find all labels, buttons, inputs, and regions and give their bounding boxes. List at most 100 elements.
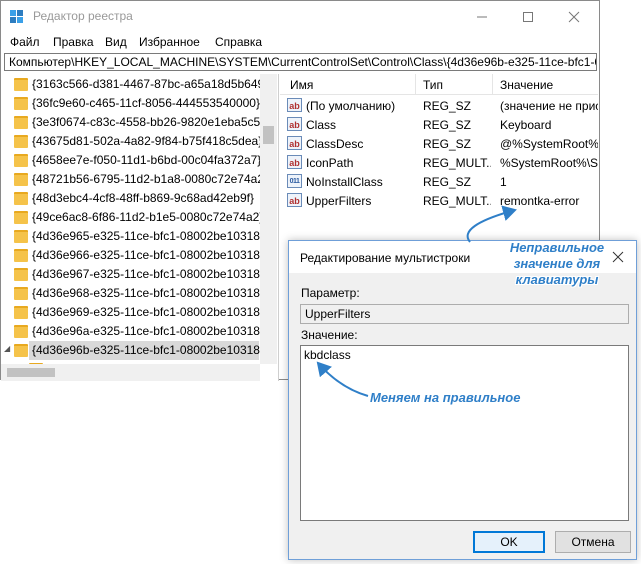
wrong-value-annotation: Неправильное значение для клавиатуры	[497, 240, 617, 288]
list-header: Имя Тип Значение	[280, 74, 598, 95]
minimize-icon	[477, 16, 487, 18]
address-bar[interactable]: Компьютер\HKEY_LOCAL_MACHINE\SYSTEM\Curr…	[4, 53, 597, 71]
tree-vertical-scrollbar[interactable]	[260, 74, 277, 364]
tree-item-label: {4d36e966-e325-11ce-bfc1-08002be10318}	[32, 248, 264, 262]
string-value-icon: ab	[287, 117, 302, 131]
tree-item[interactable]: {4d36e968-e325-11ce-bfc1-08002be10318}	[1, 284, 264, 303]
value-name-cell: IconPath	[306, 156, 354, 170]
annotation-line: Неправильное	[509, 240, 605, 255]
ok-button[interactable]: OK	[473, 531, 545, 553]
value-row[interactable]: ab ClassDesc REG_SZ @%SystemRoot%	[280, 134, 598, 153]
string-value-icon: ab	[287, 136, 302, 150]
menu-favorites[interactable]: Избранное	[139, 35, 200, 49]
value-type-cell: REG_SZ	[423, 175, 472, 189]
change-value-annotation: Меняем на правильное	[370, 390, 521, 405]
value-name-cell: NoInstallClass	[306, 175, 383, 189]
column-name-header[interactable]: Имя	[290, 78, 313, 92]
menu-edit[interactable]: Правка	[53, 35, 94, 49]
value-value-cell: 1	[500, 175, 507, 189]
value-value-cell: @%SystemRoot%	[500, 137, 598, 151]
folder-icon	[14, 97, 28, 110]
value-type-cell: REG_MULT...	[423, 156, 491, 170]
title-bar[interactable]: Редактор реестра	[1, 1, 599, 32]
annotation-line: значение для	[513, 256, 601, 271]
window-title: Редактор реестра	[33, 9, 133, 23]
value-name-cell: (По умолчанию)	[306, 99, 396, 113]
value-value-cell: (значение не присвоено)	[500, 99, 598, 113]
string-value-icon: ab	[287, 155, 302, 169]
value-row[interactable]: 011 NoInstallClass REG_SZ 1	[280, 172, 598, 191]
tree-item[interactable]: {4658ee7e-f050-11d1-b6bd-00c04fa372a7}	[1, 151, 262, 170]
tree-item-label: {4658ee7e-f050-11d1-b6bd-00c04fa372a7}	[32, 153, 262, 167]
value-row[interactable]: ab UpperFilters REG_MULT... remontka-error	[280, 191, 598, 210]
menu-help[interactable]: Справка	[215, 35, 262, 49]
maximize-button[interactable]	[505, 1, 551, 32]
string-value-icon: ab	[287, 193, 302, 207]
tree-item-label: {36fc9e60-c465-11cf-8056-444553540000}	[32, 96, 260, 110]
column-value-header[interactable]: Значение	[500, 78, 553, 92]
tree-item-label: {4d36e969-e325-11ce-bfc1-08002be10318}	[32, 305, 264, 319]
value-row[interactable]: ab Class REG_SZ Keyboard	[280, 115, 598, 134]
tree-item-label: {49ce6ac8-6f86-11d2-b1e5-0080c72e74a2}	[32, 210, 264, 224]
tree-vertical-scroll-thumb[interactable]	[263, 126, 274, 144]
value-type-cell: REG_SZ	[423, 118, 472, 132]
column-type-header[interactable]: Тип	[423, 78, 443, 92]
value-type-cell: REG_SZ	[423, 99, 472, 113]
string-value-icon: ab	[287, 98, 302, 112]
value-name-cell: UpperFilters	[306, 194, 372, 208]
tree-item[interactable]: {4d36e96a-e325-11ce-bfc1-08002be10318}	[1, 322, 264, 341]
folder-icon	[14, 116, 28, 129]
cancel-button[interactable]: Отмена	[555, 531, 631, 553]
close-button[interactable]	[551, 1, 597, 32]
menu-file[interactable]: Файл	[10, 35, 40, 49]
tree-item-selected[interactable]: ◢ {4d36e96b-e325-11ce-bfc1-08002be10318}	[1, 341, 264, 360]
tree-item[interactable]: {4d36e965-e325-11ce-bfc1-08002be10318}	[1, 227, 264, 246]
tree-item[interactable]: {4d36e969-e325-11ce-bfc1-08002be10318}	[1, 303, 264, 322]
registry-editor-app-icon	[10, 10, 23, 23]
value-value-cell: %SystemRoot%\S	[500, 156, 598, 170]
tree-item[interactable]: {48721b56-6795-11d2-b1a8-0080c72e74a2}	[1, 170, 268, 189]
folder-icon	[14, 173, 28, 186]
tree-item[interactable]: {4d36e966-e325-11ce-bfc1-08002be10318}	[1, 246, 264, 265]
close-icon	[568, 11, 580, 23]
folder-icon	[14, 306, 28, 319]
tree-item[interactable]: {43675d81-502a-4a82-9f84-b75f418c5dea}	[1, 132, 263, 151]
value-row[interactable]: ab (По умолчанию) REG_SZ (значение не присв…	[280, 96, 598, 115]
folder-icon	[14, 154, 28, 167]
folder-icon	[14, 211, 28, 224]
value-text: kbdclass	[304, 348, 351, 362]
tree-item-label: {4d36e96b-e325-11ce-bfc1-08002be10318}	[32, 343, 264, 357]
folder-icon	[14, 249, 28, 262]
tree-item-label: {48d3ebc4-4cf8-48ff-b869-9c68ad42eb9f}	[32, 191, 254, 205]
key-tree: {3163c566-d381-4467-87bc-a65a18d5b649} {3…	[1, 74, 279, 381]
tree-item[interactable]: {48d3ebc4-4cf8-48ff-b869-9c68ad42eb9f}	[1, 189, 260, 208]
maximize-icon	[523, 12, 533, 22]
value-textarea[interactable]: kbdclass	[300, 345, 629, 521]
tree-item-label: {43675d81-502a-4a82-9f84-b75f418c5dea}	[32, 134, 263, 148]
dialog-title: Редактирование мультистроки	[300, 251, 471, 265]
column-divider[interactable]	[415, 74, 416, 94]
tree-item-label: {3163c566-d381-4467-87bc-a65a18d5b649}	[32, 77, 269, 91]
tree-item-label: {4d36e967-e325-11ce-bfc1-08002be10318}	[32, 267, 264, 281]
value-name-cell: ClassDesc	[306, 137, 364, 151]
value-type-cell: REG_MULT...	[423, 194, 491, 208]
tree-item[interactable]: {3e3f0674-c83c-4558-bb26-9820e1eba5c5}	[1, 113, 264, 132]
minimize-button[interactable]	[459, 1, 505, 32]
expanded-arrow-icon[interactable]: ◢	[4, 344, 10, 353]
folder-icon	[14, 135, 28, 148]
tree-item[interactable]: {4d36e967-e325-11ce-bfc1-08002be10318}	[1, 265, 264, 284]
folder-icon	[14, 268, 28, 281]
tree-item[interactable]: {3163c566-d381-4467-87bc-a65a18d5b649}	[1, 75, 268, 94]
folder-icon	[14, 325, 28, 338]
tree-item-label: {48721b56-6795-11d2-b1a8-0080c72e74a2}	[32, 172, 268, 186]
value-label: Значение:	[301, 328, 358, 342]
column-divider[interactable]	[492, 74, 493, 94]
menu-view[interactable]: Вид	[105, 35, 127, 49]
parameter-label: Параметр:	[301, 286, 360, 300]
tree-horizontal-scroll-thumb[interactable]	[7, 368, 55, 377]
tree-item[interactable]: {49ce6ac8-6f86-11d2-b1e5-0080c72e74a2}	[1, 208, 264, 227]
tree-horizontal-scrollbar[interactable]	[1, 364, 260, 381]
annotation-line: клавиатуры	[515, 272, 599, 287]
tree-item[interactable]: {36fc9e60-c465-11cf-8056-444553540000}	[1, 94, 260, 113]
value-row[interactable]: ab IconPath REG_MULT... %SystemRoot%\S	[280, 153, 598, 172]
